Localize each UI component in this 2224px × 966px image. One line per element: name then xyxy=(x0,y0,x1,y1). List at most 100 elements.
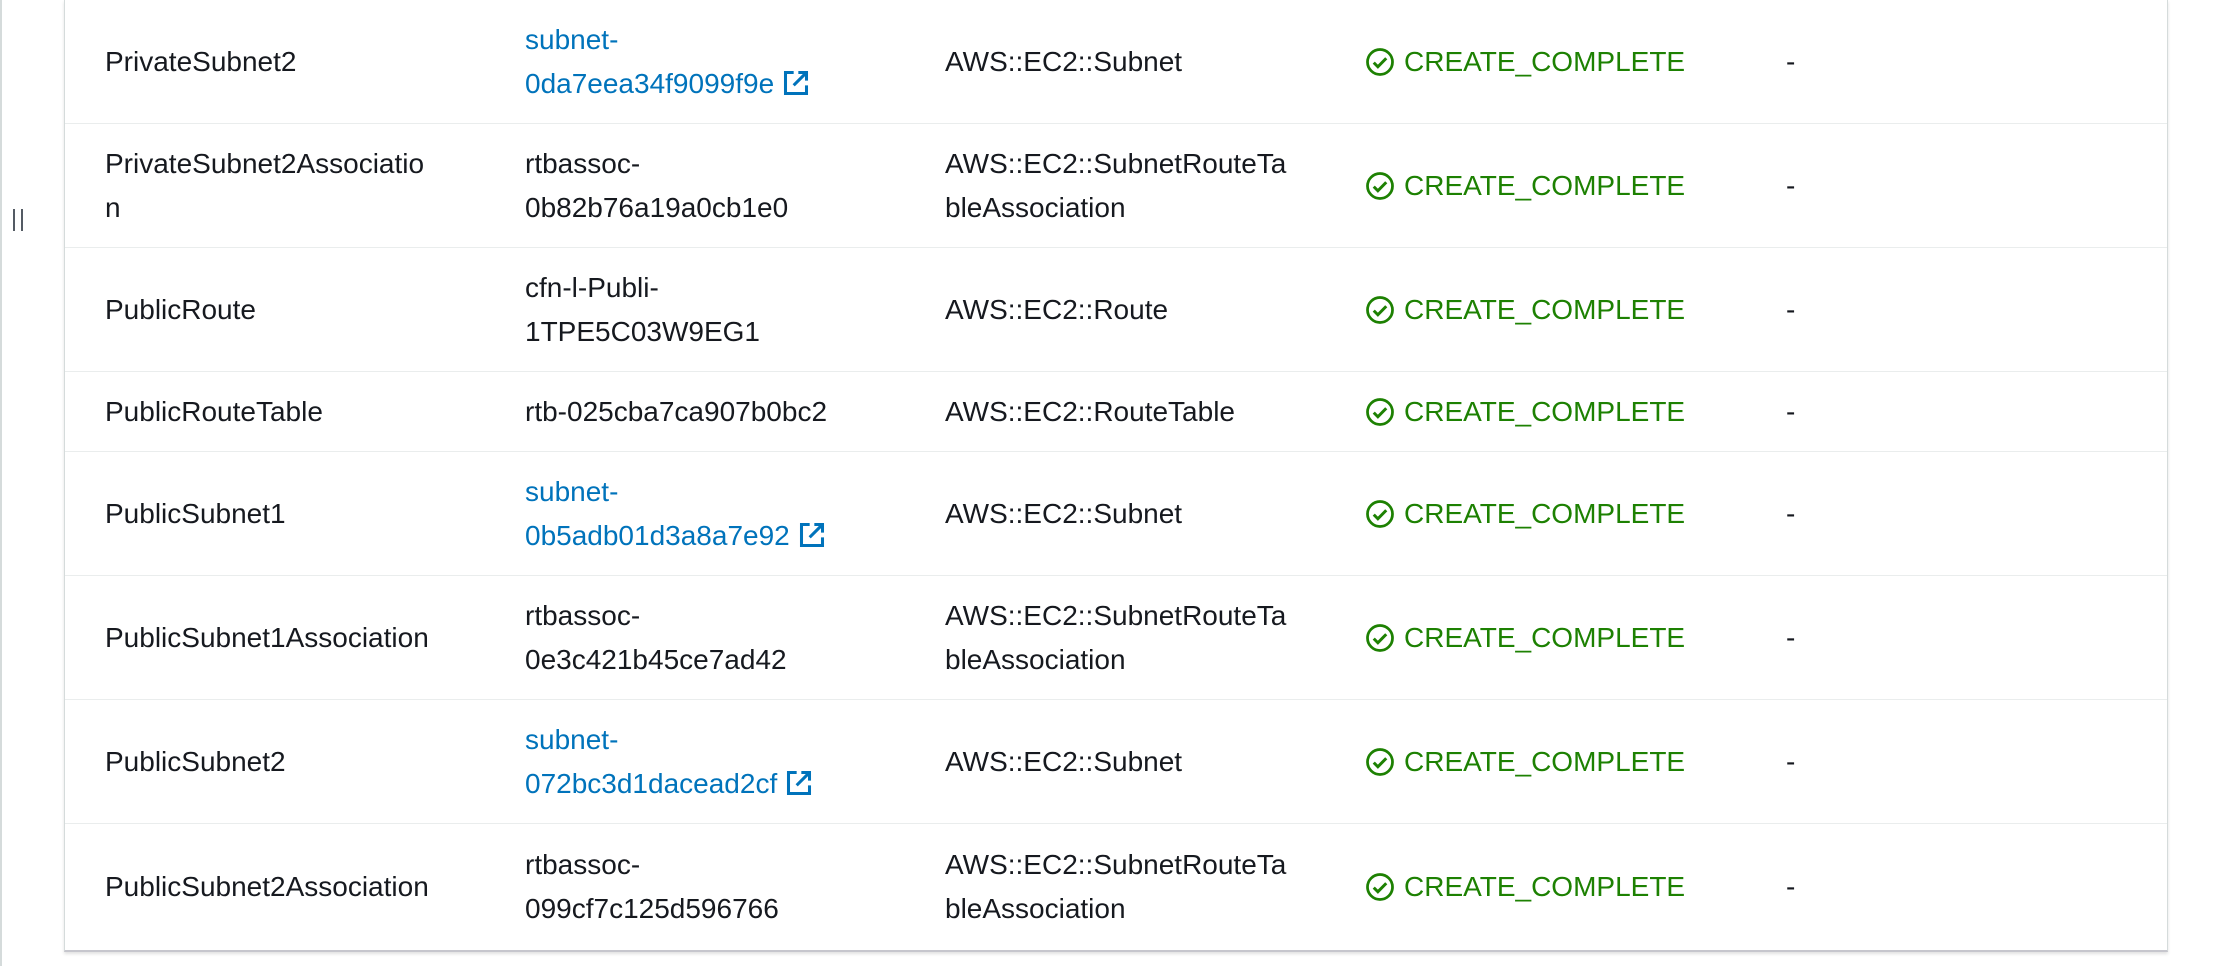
drag-handle-icon[interactable] xyxy=(13,209,31,233)
physical-id-line: rtbassoc- xyxy=(525,599,641,631)
physical-id-line[interactable]: 0b5adb01d3a8a7e92 xyxy=(525,520,790,551)
status-reason-cell: - xyxy=(1786,248,1986,371)
status-badge: CREATE_COMPLETE xyxy=(1365,865,1685,909)
physical-id-line: 099cf7c125d596766 xyxy=(525,893,779,924)
table-row: PublicRoute cfn-l-Publi- 1TPE5C03W9EG1 AWS:… xyxy=(65,248,2167,372)
physical-id-cell: rtbassoc- 0e3c421b45ce7ad42 xyxy=(525,576,905,699)
status-badge: CREATE_COMPLETE xyxy=(1365,288,1685,332)
physical-id-line: 0e3c421b45ce7ad42 xyxy=(525,643,787,675)
status-reason: - xyxy=(1786,497,1796,529)
physical-id-link[interactable]: subnet- 0b5adb01d3a8a7e92 xyxy=(525,470,826,558)
resource-type-line: AWS::EC2::Subnet xyxy=(945,45,1183,77)
external-link-icon[interactable] xyxy=(782,69,810,97)
stack-resources-view: PrivateSubnet2 subnet- 0da7eea34f9099f9e AW… xyxy=(0,0,2224,966)
left-panel-edge xyxy=(0,0,2,966)
resource-type-cell: AWS::EC2::SubnetRouteTableAssociation xyxy=(945,824,1305,950)
status-reason: - xyxy=(1786,871,1796,902)
status-cell: CREATE_COMPLETE xyxy=(1365,0,1785,123)
check-circle-icon xyxy=(1366,623,1394,652)
physical-id-link[interactable]: subnet- 072bc3d1dacead2cf xyxy=(525,718,813,806)
resource-type-line: AWS::EC2::SubnetRouteTa xyxy=(945,599,1287,631)
external-link-icon[interactable] xyxy=(798,521,826,549)
physical-id-line[interactable]: subnet- xyxy=(525,476,618,507)
check-circle-icon xyxy=(1366,47,1394,76)
table-row: PublicSubnet1Association rtbassoc- 0e3c421… xyxy=(65,576,2167,700)
resource-type-line: bleAssociation xyxy=(945,191,1126,223)
logical-id-cell: PrivateSubnet2Associatio n xyxy=(105,124,465,247)
physical-id-line: 1TPE5C03W9EG1 xyxy=(525,315,760,347)
logical-id-line: PrivateSubnet2Associatio xyxy=(105,147,425,179)
status-cell: CREATE_COMPLETE xyxy=(1365,700,1785,823)
logical-id-cell: PublicSubnet2Association xyxy=(105,824,465,950)
status-cell: CREATE_COMPLETE xyxy=(1365,576,1785,699)
physical-id-line: rtb-025cba7ca907b0bc2 xyxy=(525,395,828,427)
resources-table: PrivateSubnet2 subnet- 0da7eea34f9099f9e AW… xyxy=(64,0,2168,952)
status-badge: CREATE_COMPLETE xyxy=(1365,492,1685,536)
logical-id-line: n xyxy=(105,191,121,223)
logical-id: PublicSubnet1 xyxy=(105,497,286,529)
status-reason: - xyxy=(1786,169,1796,201)
status-badge: CREATE_COMPLETE xyxy=(1365,40,1685,84)
status-reason-cell: - xyxy=(1786,700,1986,823)
resource-type-line: AWS::EC2::Subnet xyxy=(945,497,1183,529)
physical-id-cell: subnet- 0b5adb01d3a8a7e92 xyxy=(525,452,905,575)
resource-type-cell: AWS::EC2::Subnet xyxy=(945,700,1305,823)
physical-id-line[interactable]: subnet- xyxy=(525,724,618,755)
status-text: CREATE_COMPLETE xyxy=(1404,45,1686,77)
status-badge: CREATE_COMPLETE xyxy=(1365,616,1685,660)
status-reason: - xyxy=(1786,45,1796,77)
physical-id-cell: subnet- 072bc3d1dacead2cf xyxy=(525,700,905,823)
logical-id-cell: PublicSubnet2 xyxy=(105,700,465,823)
resource-type-line: bleAssociation xyxy=(945,643,1126,675)
status-text: CREATE_COMPLETE xyxy=(1404,169,1686,201)
logical-id-cell: PublicSubnet1 xyxy=(105,452,465,575)
resource-type-cell: AWS::EC2::RouteTable xyxy=(945,372,1305,451)
logical-id-cell: PublicSubnet1Association xyxy=(105,576,465,699)
resource-type-line: AWS::EC2::RouteTable xyxy=(945,395,1235,427)
resource-type-line: AWS::EC2::Subnet xyxy=(945,745,1183,777)
status-reason: - xyxy=(1786,621,1796,653)
status-reason-cell: - xyxy=(1786,372,1986,451)
resource-type-cell: AWS::EC2::SubnetRouteTableAssociation xyxy=(945,124,1305,247)
external-link-icon[interactable] xyxy=(785,769,813,797)
physical-id-cell: rtbassoc- 099cf7c125d596766 xyxy=(525,824,905,950)
status-reason: - xyxy=(1786,293,1796,325)
table-row: PublicSubnet1 subnet- 0b5adb01d3a8a7e92 AWS… xyxy=(65,452,2167,576)
status-reason: - xyxy=(1786,395,1796,427)
physical-id-cell: subnet- 0da7eea34f9099f9e xyxy=(525,0,905,123)
status-cell: CREATE_COMPLETE xyxy=(1365,824,1785,950)
physical-id-line[interactable]: subnet- xyxy=(525,24,618,55)
check-circle-icon xyxy=(1366,295,1394,324)
logical-id: PublicSubnet2 xyxy=(105,745,286,777)
resource-type-line: bleAssociation xyxy=(945,893,1126,924)
resource-type-line: AWS::EC2::SubnetRouteTa xyxy=(945,147,1287,179)
status-text: CREATE_COMPLETE xyxy=(1404,395,1686,427)
physical-id-line: cfn-l-Publi- xyxy=(525,271,659,303)
logical-id-cell: PublicRoute xyxy=(105,248,465,371)
status-text: CREATE_COMPLETE xyxy=(1404,621,1686,653)
physical-id-link[interactable]: subnet- 0da7eea34f9099f9e xyxy=(525,18,810,106)
check-circle-icon xyxy=(1366,499,1394,528)
status-cell: CREATE_COMPLETE xyxy=(1365,452,1785,575)
resource-type-line: AWS::EC2::SubnetRouteTa xyxy=(945,849,1287,880)
logical-id: PublicSubnet1Association xyxy=(105,621,429,653)
table-row: PublicSubnet2Association rtbassoc- 099cf7c… xyxy=(65,824,2167,950)
table-row: PrivateSubnet2 subnet- 0da7eea34f9099f9e AW… xyxy=(65,0,2167,124)
status-reason: - xyxy=(1786,745,1796,777)
status-reason-cell: - xyxy=(1786,576,1986,699)
check-circle-icon xyxy=(1366,873,1394,901)
physical-id-cell: rtbassoc- 0b82b76a19a0cb1e0 xyxy=(525,124,905,247)
status-cell: CREATE_COMPLETE xyxy=(1365,372,1785,451)
physical-id-line: rtbassoc- xyxy=(525,147,641,179)
table-row: PrivateSubnet2Associatio n rtbassoc- 0b82b7… xyxy=(65,124,2167,248)
table-row: PublicRouteTable rtb-025cba7ca907b0bc2 AWS… xyxy=(65,372,2167,452)
physical-id-line[interactable]: 0da7eea34f9099f9e xyxy=(525,68,774,99)
table-row: PublicSubnet2 subnet- 072bc3d1dacead2cf AWS… xyxy=(65,700,2167,824)
status-reason-cell: - xyxy=(1786,824,1986,950)
physical-id-line[interactable]: 072bc3d1dacead2cf xyxy=(525,768,777,799)
status-cell: CREATE_COMPLETE xyxy=(1365,248,1785,371)
physical-id-cell: rtb-025cba7ca907b0bc2 xyxy=(525,372,905,451)
status-text: CREATE_COMPLETE xyxy=(1404,745,1686,777)
status-text: CREATE_COMPLETE xyxy=(1404,871,1686,902)
status-badge: CREATE_COMPLETE xyxy=(1365,740,1685,784)
